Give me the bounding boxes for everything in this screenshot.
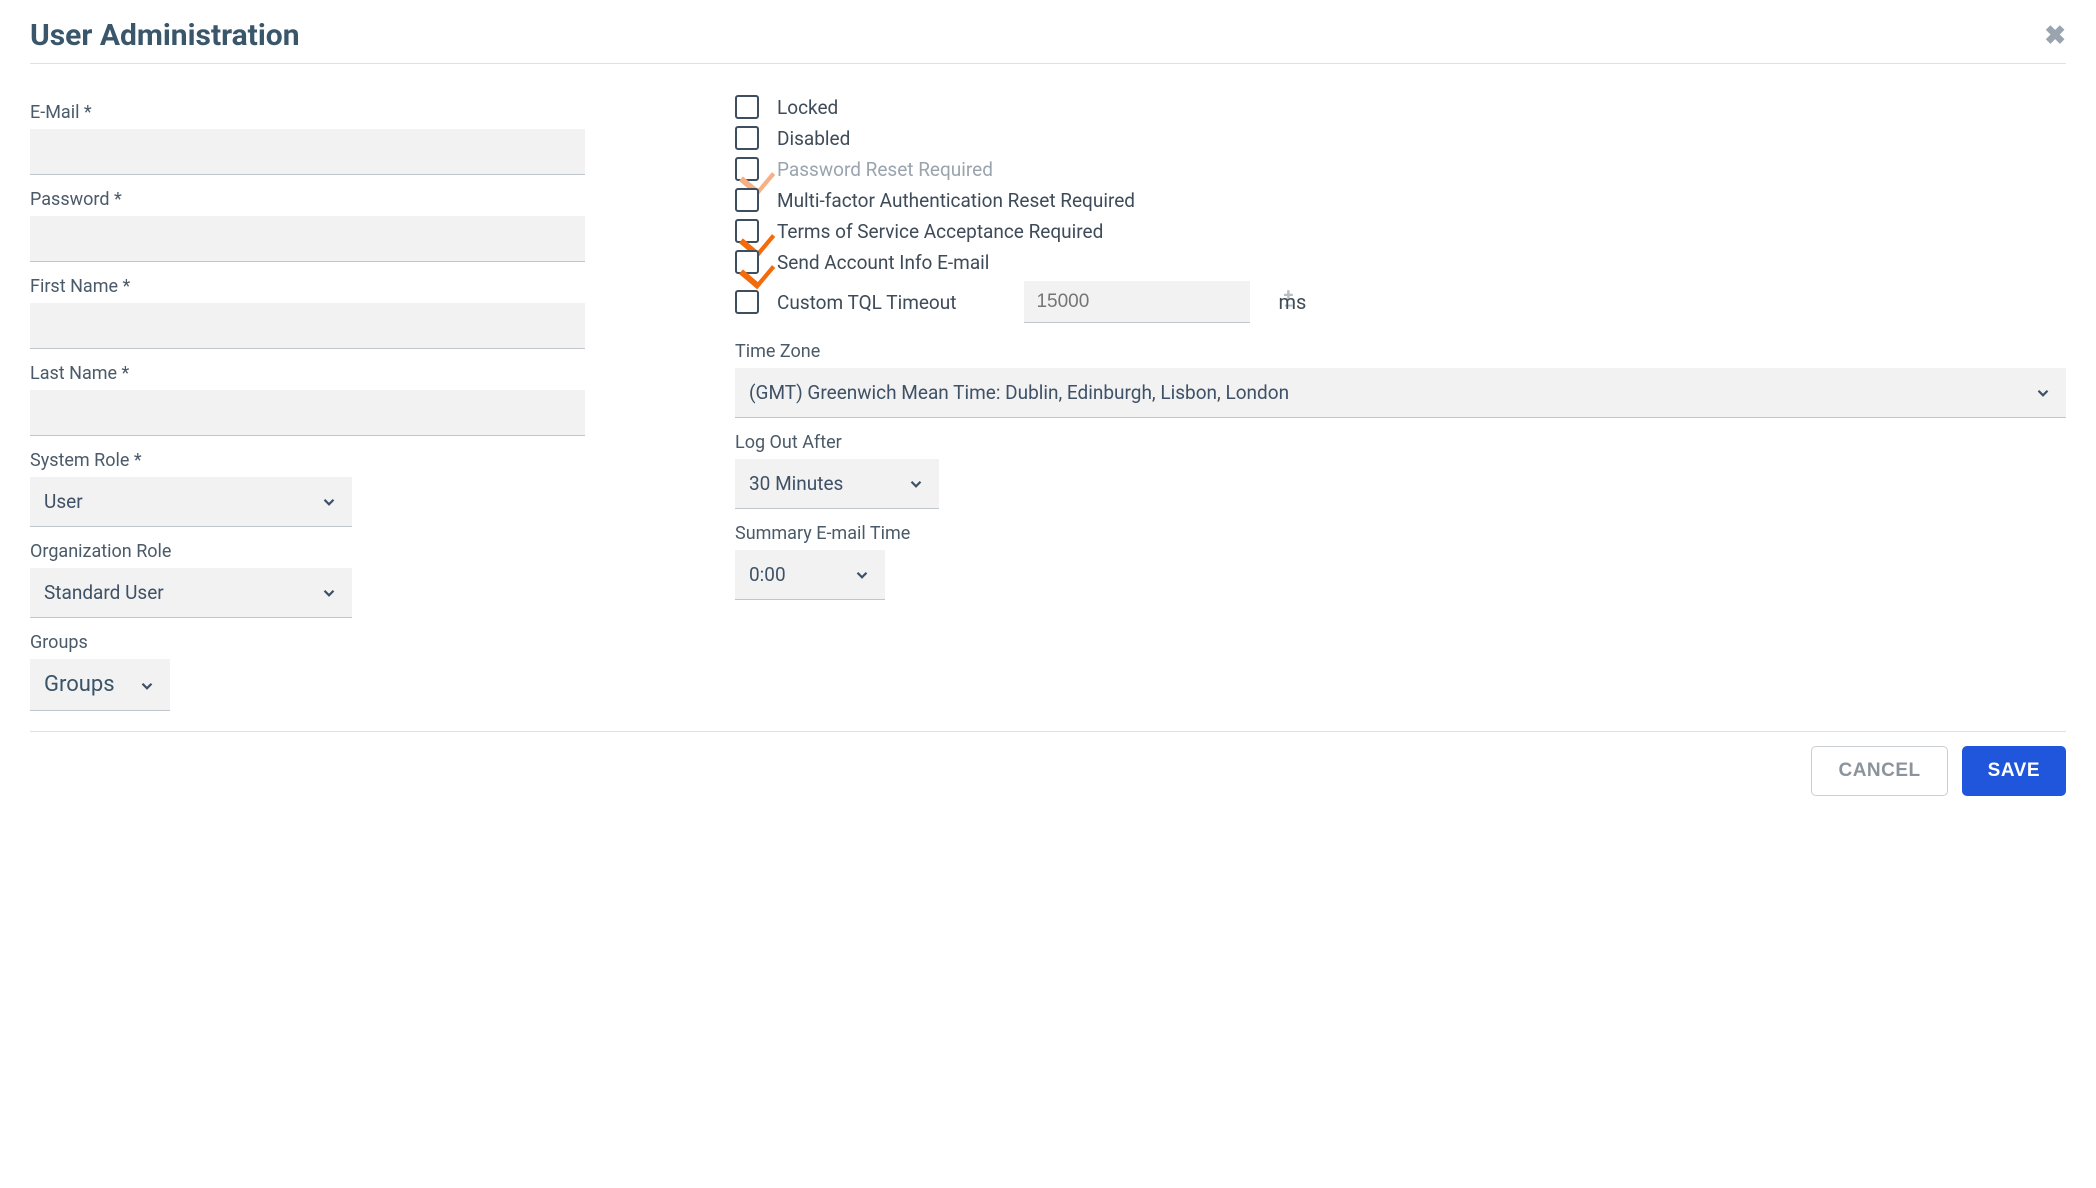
timezone-label: Time Zone (735, 341, 2066, 362)
disabled-checkbox[interactable] (735, 126, 759, 150)
password-field[interactable] (30, 216, 585, 262)
disabled-label: Disabled (777, 127, 850, 150)
chevron-down-icon (2034, 384, 2052, 402)
system-role-select[interactable]: User (30, 477, 352, 527)
groups-value: Groups (44, 672, 115, 697)
chevron-down-icon (138, 676, 156, 694)
send-email-label: Send Account Info E-mail (777, 251, 989, 274)
last-name-field[interactable] (30, 390, 585, 436)
send-email-checkbox[interactable] (735, 250, 759, 274)
chevron-down-icon (320, 584, 338, 602)
tql-unit: ms (1278, 290, 1306, 314)
first-name-label: First Name * (30, 276, 585, 297)
summary-value: 0:00 (749, 563, 786, 586)
system-role-label: System Role * (30, 450, 585, 471)
tql-label: Custom TQL Timeout (777, 291, 956, 314)
locked-row: Locked (735, 95, 2066, 119)
last-name-label: Last Name * (30, 363, 585, 384)
password-label: Password * (30, 189, 585, 210)
timezone-select[interactable]: (GMT) Greenwich Mean Time: Dublin, Edinb… (735, 368, 2066, 418)
chevron-down-icon (320, 493, 338, 511)
pw-reset-checkbox[interactable] (735, 157, 759, 181)
org-role-value: Standard User (44, 581, 164, 604)
mfa-reset-checkbox[interactable] (735, 188, 759, 212)
tql-timeout-field[interactable] (1034, 290, 1283, 314)
tos-label: Terms of Service Acceptance Required (777, 220, 1103, 243)
summary-label: Summary E-mail Time (735, 523, 2066, 544)
chevron-down-icon (853, 566, 871, 584)
cancel-button[interactable]: CANCEL (1811, 746, 1947, 796)
first-name-field[interactable] (30, 303, 585, 349)
mfa-reset-label: Multi-factor Authentication Reset Requir… (777, 189, 1135, 212)
summary-select[interactable]: 0:00 (735, 550, 885, 600)
tos-row: Terms of Service Acceptance Required (735, 219, 2066, 243)
tql-input-wrap: + − (1024, 281, 1250, 323)
disabled-row: Disabled (735, 126, 2066, 150)
user-admin-dialog: User Administration ✖ E-Mail * Password … (0, 0, 2096, 826)
logout-value: 30 Minutes (749, 472, 843, 495)
chevron-down-icon (907, 475, 925, 493)
tql-row: Custom TQL Timeout + − ms (735, 281, 2066, 323)
org-role-select[interactable]: Standard User (30, 568, 352, 618)
send-email-row: Send Account Info E-mail (735, 250, 2066, 274)
email-label: E-Mail * (30, 102, 585, 123)
dialog-footer: CANCEL SAVE (30, 746, 2066, 796)
form-columns: E-Mail * Password * First Name * Last Na… (30, 88, 2066, 732)
locked-label: Locked (777, 96, 838, 119)
dialog-title: User Administration (30, 18, 300, 53)
dialog-header: User Administration ✖ (30, 18, 2066, 64)
email-field[interactable] (30, 129, 585, 175)
close-icon[interactable]: ✖ (2044, 23, 2066, 49)
left-column: E-Mail * Password * First Name * Last Na… (30, 88, 585, 711)
pw-reset-row: Password Reset Required (735, 157, 2066, 181)
groups-label: Groups (30, 632, 585, 653)
tql-checkbox[interactable] (735, 290, 759, 314)
save-button[interactable]: SAVE (1962, 746, 2066, 796)
right-column: Locked Disabled Password Reset Required … (735, 88, 2066, 711)
pw-reset-label: Password Reset Required (777, 158, 993, 181)
locked-checkbox[interactable] (735, 95, 759, 119)
groups-select[interactable]: Groups (30, 659, 170, 711)
mfa-reset-row: Multi-factor Authentication Reset Requir… (735, 188, 2066, 212)
system-role-value: User (44, 490, 83, 513)
logout-select[interactable]: 30 Minutes (735, 459, 939, 509)
logout-label: Log Out After (735, 432, 2066, 453)
org-role-label: Organization Role (30, 541, 585, 562)
timezone-value: (GMT) Greenwich Mean Time: Dublin, Edinb… (749, 381, 1289, 404)
tos-checkbox[interactable] (735, 219, 759, 243)
